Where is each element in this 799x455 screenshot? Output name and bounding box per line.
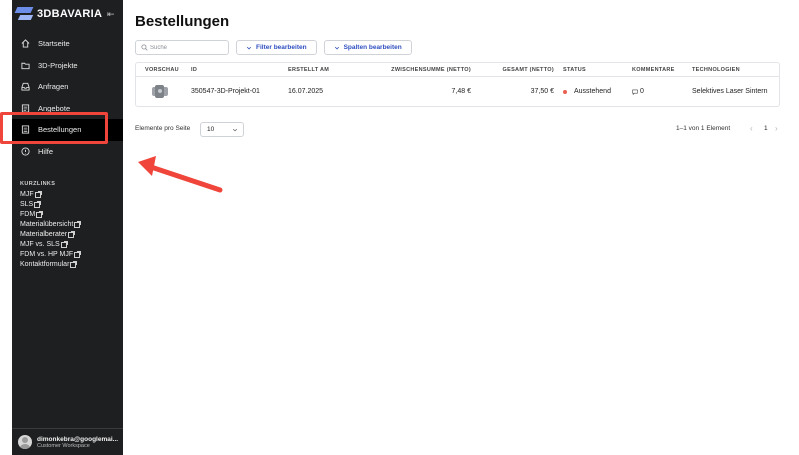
external-link-icon <box>34 201 42 208</box>
preview-thumbnail[interactable] <box>150 77 170 106</box>
sidebar-nav: Startseite 3D-Projekte Anfragen Angebote <box>12 33 123 162</box>
orders-table: VORSCHAU ID ERSTELLT AM ZWISCHENSUMME (N… <box>135 62 780 107</box>
sidebar-item-hilfe[interactable]: Hilfe <box>12 141 123 163</box>
per-page-select[interactable]: 10 <box>200 122 244 137</box>
external-link-icon <box>74 251 82 258</box>
brand-name: 3DBAVARIA <box>37 8 103 20</box>
main-content: Bestellungen Filter bearbeiten Spalten b… <box>135 0 787 455</box>
chevron-down-icon <box>246 46 252 49</box>
toolbar: Filter bearbeiten Spalten bearbeiten <box>135 40 412 55</box>
header-zwischensumme[interactable]: ZWISCHENSUMME (NETTO) <box>356 63 471 77</box>
cell-id[interactable]: 350547-3D-Projekt-01 <box>191 77 260 106</box>
pagination: Elemente pro Seite 10 1–1 von 1 Element … <box>135 122 780 138</box>
header-erstellt-am[interactable]: ERSTELLT AM <box>288 63 329 77</box>
folder-icon <box>21 61 30 70</box>
help-icon <box>21 147 30 156</box>
cell-comments[interactable]: 0 <box>632 77 644 106</box>
page-title: Bestellungen <box>135 13 230 30</box>
search-input[interactable] <box>150 44 226 51</box>
cell-total: 37,50 € <box>530 88 554 95</box>
part-preview-icon <box>150 84 170 99</box>
chevron-left-icon[interactable]: ‹ <box>750 124 753 133</box>
comment-icon <box>632 89 638 95</box>
sidebar-item-anfragen[interactable]: Anfragen <box>12 76 123 98</box>
table-row[interactable]: 350547-3D-Projekt-01 16.07.2025 7,48 € 3… <box>136 77 779 106</box>
header-kommentare[interactable]: KOMMENTARE <box>632 63 675 77</box>
sidebar-item-label: Angebote <box>38 103 71 113</box>
sidebar-item-label: 3D-Projekte <box>38 60 78 70</box>
filter-button[interactable]: Filter bearbeiten <box>236 40 317 55</box>
quicklink-materialuebersicht[interactable]: Materialübersicht <box>20 220 82 230</box>
chevron-right-icon[interactable]: › <box>775 124 778 133</box>
quicklink-fdm-vs-hp-mjf[interactable]: FDM vs. HP MJF <box>20 250 82 260</box>
search-icon <box>141 44 148 51</box>
cell-technology: Selektives Laser Sintern <box>692 88 768 95</box>
external-link-icon <box>36 211 44 218</box>
quicklink-materialberater[interactable]: Materialberater <box>20 230 80 240</box>
user-email: dimonkebra@googlemai... <box>37 435 119 443</box>
cell-subtotal: 7,48 € <box>451 88 471 95</box>
sidebar-item-label: Hilfe <box>38 146 54 156</box>
cell-status: Ausstehend <box>563 77 611 106</box>
pagination-range: 1–1 von 1 Element <box>676 125 731 132</box>
home-icon <box>21 39 30 48</box>
avatar <box>18 435 32 449</box>
sidebar-item-startseite[interactable]: Startseite <box>12 33 123 55</box>
quicklink-sls[interactable]: SLS <box>20 200 80 210</box>
sidebar-item-angebote[interactable]: Angebote <box>12 98 123 120</box>
status-dot-icon <box>563 89 567 94</box>
sidebar-item-3d-projekte[interactable]: 3D-Projekte <box>12 55 123 77</box>
external-link-icon <box>74 221 82 228</box>
quicklinks-list: MJF SLS FDM Materialübersicht Materialbe… <box>20 190 82 270</box>
table-header: VORSCHAU ID ERSTELLT AM ZWISCHENSUMME (N… <box>136 63 779 77</box>
quicklink-mjf-vs-sls[interactable]: MJF vs. SLS <box>20 240 80 250</box>
user-workspace: Customer Workspace <box>37 442 90 449</box>
sidebar-item-label: Startseite <box>38 39 70 49</box>
brand[interactable]: 3DBAVARIA <box>16 7 102 21</box>
per-page-label: Elemente pro Seite <box>135 125 191 132</box>
external-link-icon <box>68 231 76 238</box>
sidebar-item-bestellungen[interactable]: Bestellungen <box>12 119 123 141</box>
app-window: 3DBAVARIA ⇤ Startseite 3D-Projekte Anfra… <box>0 0 799 455</box>
sidebar-item-label: Bestellungen <box>38 125 82 135</box>
collapse-sidebar-icon[interactable]: ⇤ <box>107 9 115 20</box>
external-link-icon <box>34 191 42 198</box>
brand-logo-icon <box>16 7 32 21</box>
comment-count: 0 <box>640 88 644 95</box>
chevron-down-icon <box>232 128 238 132</box>
document-icon <box>21 104 30 113</box>
external-link-icon <box>60 241 68 248</box>
header-technologien[interactable]: TECHNOLOGIEN <box>692 63 740 77</box>
status-badge: Ausstehend <box>574 88 611 95</box>
quicklink-mjf[interactable]: MJF <box>20 190 80 200</box>
page-number[interactable]: 1 <box>764 125 768 132</box>
quicklinks-title: KURZLINKS <box>20 181 56 187</box>
header-gesamt[interactable]: GESAMT (NETTO) <box>476 63 554 77</box>
external-link-icon <box>70 261 78 268</box>
header-status[interactable]: STATUS <box>563 63 586 77</box>
sidebar-item-label: Anfragen <box>38 82 69 92</box>
header-id[interactable]: ID <box>191 63 197 77</box>
chevron-down-icon <box>334 46 339 49</box>
user-menu[interactable]: dimonkebra@googlemai... Customer Workspa… <box>12 428 123 455</box>
search-box[interactable] <box>135 40 229 55</box>
columns-button[interactable]: Spalten bearbeiten <box>323 40 412 55</box>
quicklink-fdm[interactable]: FDM <box>20 210 80 220</box>
header-vorschau[interactable]: VORSCHAU <box>145 63 179 77</box>
inbox-icon <box>21 82 30 91</box>
order-icon <box>21 125 30 134</box>
quicklink-kontaktformular[interactable]: Kontaktformular <box>20 260 80 270</box>
cell-created: 16.07.2025 <box>288 88 324 95</box>
sidebar: 3DBAVARIA ⇤ Startseite 3D-Projekte Anfra… <box>12 0 123 455</box>
